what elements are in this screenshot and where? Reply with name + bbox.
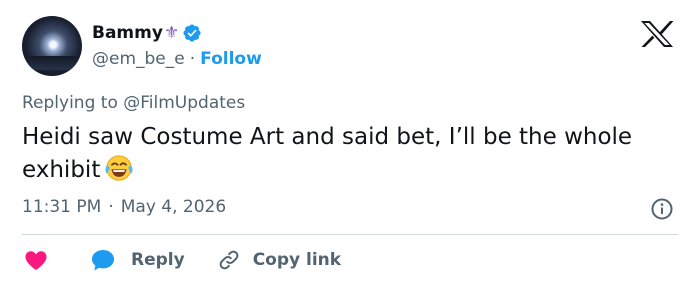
- speech-bubble-icon: [92, 250, 114, 271]
- face-with-tears-of-joy-icon: [105, 155, 133, 181]
- verified-badge-icon: [183, 24, 201, 42]
- tweet-embed-card: Bammy ⚜ @em_be_e · Follow Replying to @F…: [0, 0, 700, 287]
- info-icon[interactable]: [650, 197, 674, 221]
- replying-to-prefix: Replying to: [22, 93, 118, 113]
- heart-icon[interactable]: [22, 246, 50, 274]
- copy-link-button[interactable]: Copy link: [185, 248, 341, 272]
- tweet-actions: Reply Copy link: [22, 244, 341, 276]
- reply-button[interactable]: Reply: [50, 246, 185, 274]
- author-name-row: Bammy ⚜: [92, 22, 202, 44]
- author-display-name[interactable]: Bammy: [92, 23, 163, 43]
- tweet-timestamp[interactable]: 11:31 PM · May 4, 2026: [22, 197, 226, 217]
- avatar-city-silhouette: [28, 56, 76, 70]
- reply-label: Reply: [131, 250, 185, 270]
- handle-separator: ·: [189, 49, 196, 69]
- author-handle[interactable]: @em_be_e: [92, 49, 185, 69]
- timestamp-separator: ·: [108, 197, 114, 217]
- author-handle-row: @em_be_e · Follow: [92, 48, 262, 70]
- replying-to-mention[interactable]: @FilmUpdates: [123, 93, 245, 113]
- tweet-text-block: Heidi saw Costume Art and said bet, I’ll…: [22, 122, 682, 186]
- follow-button[interactable]: Follow: [200, 49, 262, 69]
- replying-to: Replying to @FilmUpdates: [22, 93, 245, 113]
- x-logo-icon[interactable]: [637, 20, 677, 48]
- tweet-date: May 4, 2026: [120, 197, 227, 217]
- link-icon: [219, 250, 239, 270]
- fleur-de-lis-emoji: ⚜: [163, 22, 180, 43]
- avatar[interactable]: [22, 16, 82, 76]
- divider: [22, 234, 678, 235]
- copy-link-label: Copy link: [252, 250, 342, 270]
- tweet-time: 11:31 PM: [22, 197, 102, 217]
